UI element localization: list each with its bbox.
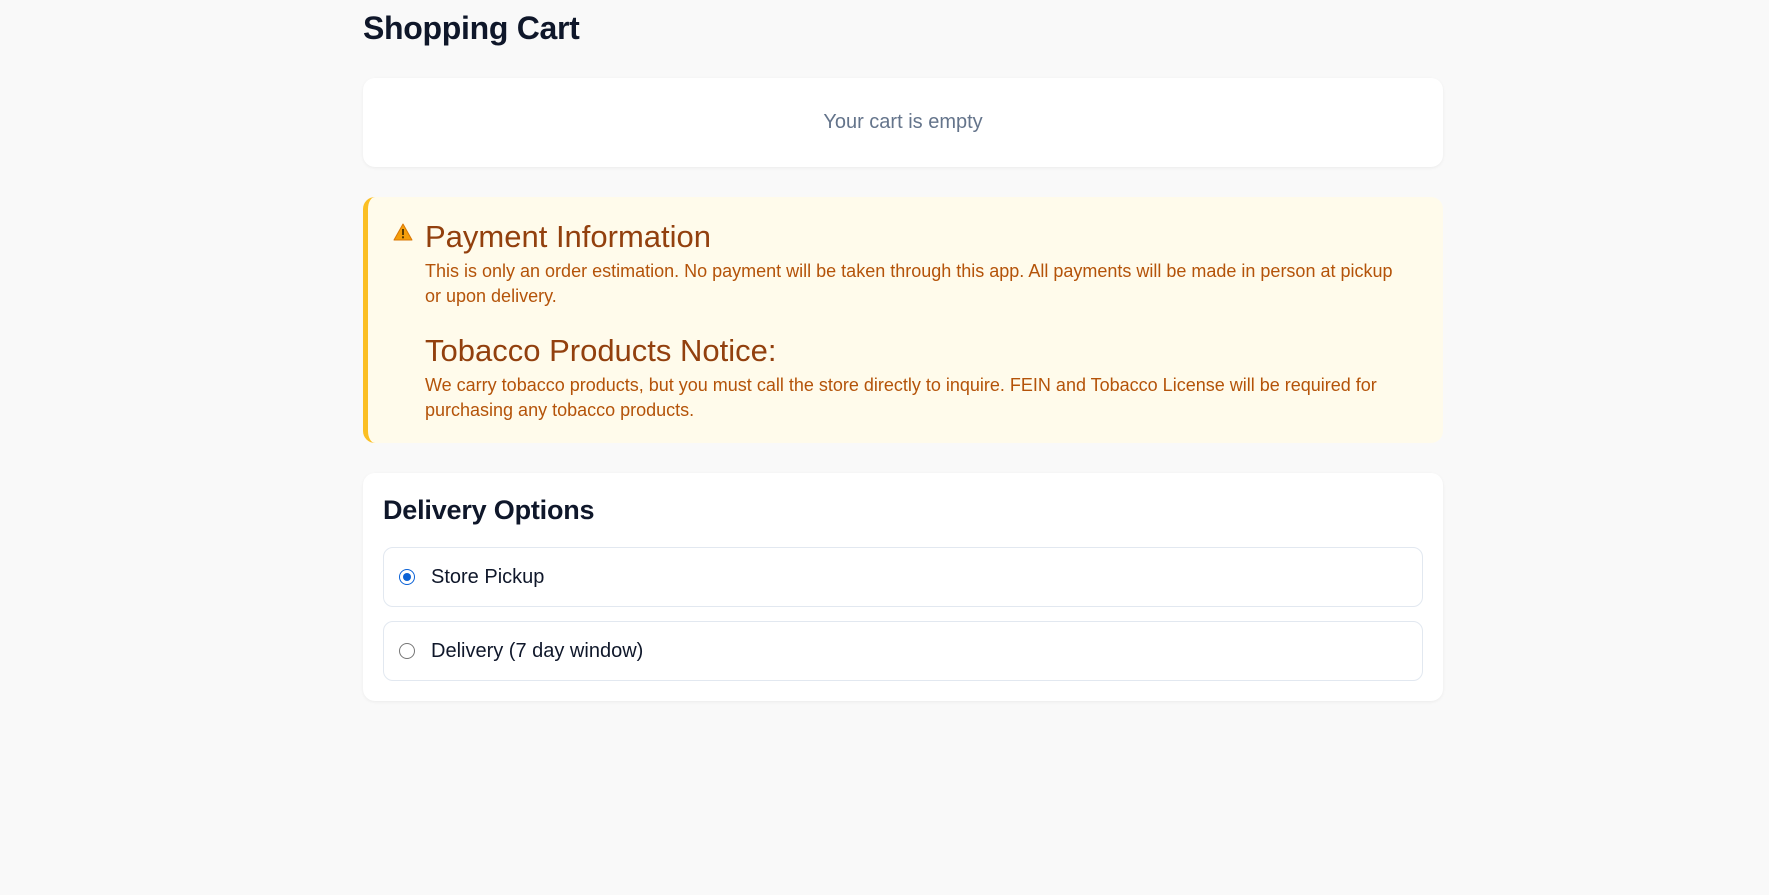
store-pickup-radio[interactable] bbox=[399, 569, 415, 585]
delivery-option-store-pickup[interactable]: Store Pickup bbox=[383, 547, 1423, 607]
notice-body: Payment Information This is only an orde… bbox=[425, 219, 1403, 423]
shopping-cart-page: Shopping Cart Your cart is empty Payment… bbox=[363, 0, 1443, 701]
delivery-option-delivery[interactable]: Delivery (7 day window) bbox=[383, 621, 1423, 681]
warning-icon bbox=[393, 223, 413, 423]
payment-info-text: This is only an order estimation. No pay… bbox=[425, 261, 1393, 306]
delivery-label: Delivery (7 day window) bbox=[431, 639, 644, 662]
store-pickup-label: Store Pickup bbox=[431, 565, 545, 588]
delivery-options-title: Delivery Options bbox=[383, 495, 595, 525]
cart-items-card: Your cart is empty bbox=[363, 78, 1443, 167]
payment-info-title: Payment Information bbox=[425, 219, 712, 254]
delivery-radio[interactable] bbox=[399, 643, 415, 659]
tobacco-notice-title: Tobacco Products Notice: bbox=[425, 333, 777, 368]
page-title: Shopping Cart bbox=[363, 10, 580, 46]
delivery-options-card: Delivery Options Store Pickup Delivery (… bbox=[363, 473, 1443, 701]
payment-notice: Payment Information This is only an orde… bbox=[363, 197, 1443, 443]
empty-cart-message: Your cart is empty bbox=[823, 111, 983, 133]
tobacco-notice-text: We carry tobacco products, but you must … bbox=[425, 375, 1377, 420]
